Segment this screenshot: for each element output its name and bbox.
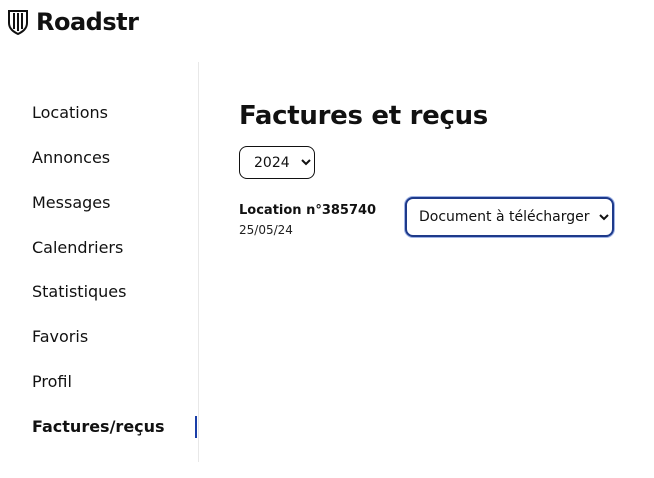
sidebar-item-factures-recus[interactable]: Factures/reçus <box>32 414 198 440</box>
brand-name[interactable]: Roadstr <box>36 8 139 36</box>
sidebar-item-locations[interactable]: Locations <box>32 100 198 126</box>
rental-date: 25/05/24 <box>239 223 293 237</box>
sidebar: Locations Annonces Messages Calendriers … <box>0 62 199 462</box>
main-content: Factures et reçus 2024 Location n°385740… <box>239 98 639 237</box>
page-title: Factures et reçus <box>239 101 488 131</box>
sidebar-item-profil[interactable]: Profil <box>32 369 198 395</box>
sidebar-item-annonces[interactable]: Annonces <box>32 145 198 171</box>
sidebar-item-calendriers[interactable]: Calendriers <box>32 235 198 261</box>
document-download-select[interactable]: Document à télécharger <box>405 197 614 237</box>
sidebar-item-messages[interactable]: Messages <box>32 190 198 216</box>
sidebar-item-favoris[interactable]: Favoris <box>32 324 198 350</box>
roadstr-logo-icon <box>8 10 28 35</box>
rental-title: Location n°385740 <box>239 203 377 218</box>
sidebar-item-statistiques[interactable]: Statistiques <box>32 279 198 305</box>
header: Roadstr <box>7 6 139 38</box>
year-select[interactable]: 2024 <box>239 146 315 179</box>
